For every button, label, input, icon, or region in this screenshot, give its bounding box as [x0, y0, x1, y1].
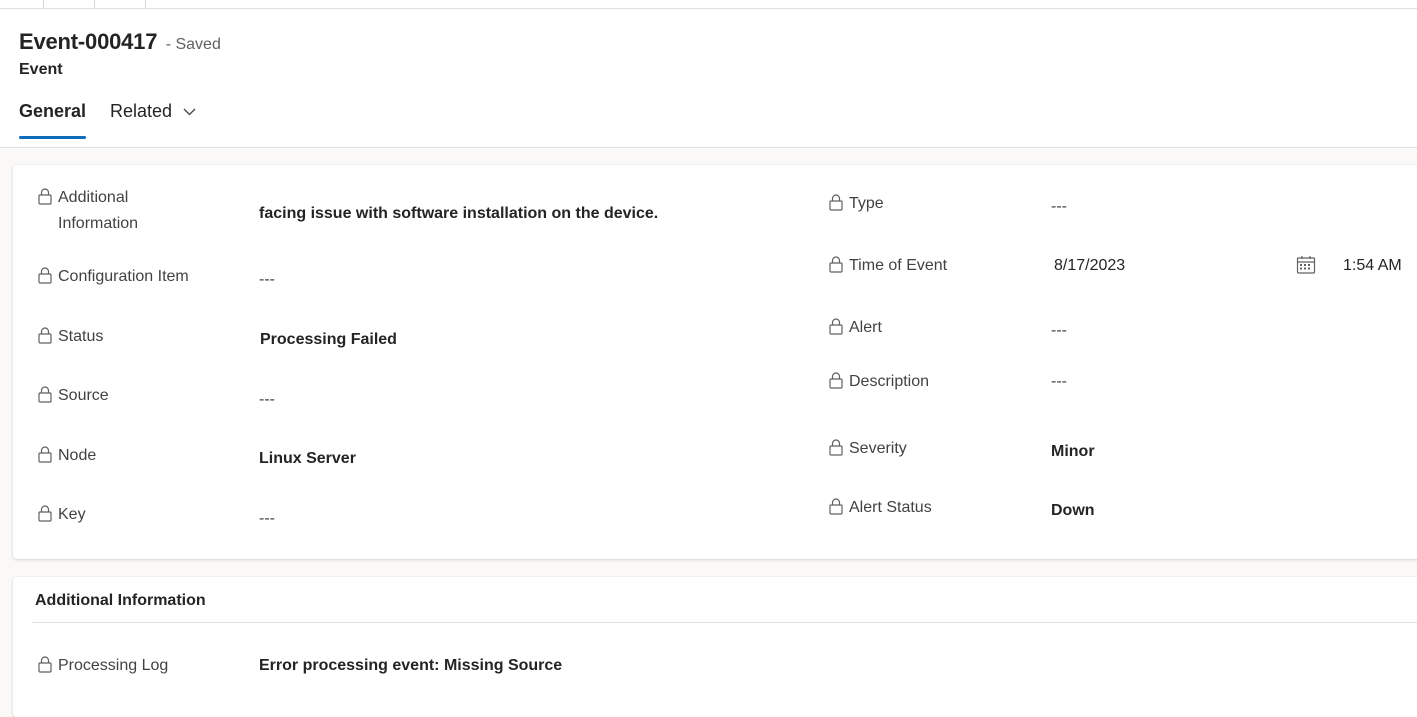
section-title: Additional Information: [35, 592, 206, 609]
additional-information-section-card: Additional Information Processing Log Er…: [13, 577, 1417, 717]
save-status: - Saved: [165, 36, 221, 53]
command-bar-button[interactable]: [95, 0, 146, 8]
lock-icon: [38, 446, 52, 472]
field-label-configuration-item: Configuration Item: [38, 264, 189, 290]
calendar-icon[interactable]: [1296, 255, 1316, 280]
field-label-node: Node: [38, 443, 96, 469]
label-line: Information: [58, 215, 139, 232]
value-status[interactable]: Processing Failed: [260, 331, 397, 349]
value-additional-information[interactable]: facing issue with software installation …: [259, 205, 658, 223]
lock-icon: [38, 327, 52, 353]
lock-icon: [829, 439, 843, 465]
time-input[interactable]: 1:54 AM: [1343, 257, 1402, 275]
lock-icon: [829, 318, 843, 344]
field-label-key: Key: [38, 502, 86, 528]
tab-general[interactable]: General: [19, 101, 87, 139]
tab-related-label: Related: [110, 101, 173, 121]
lock-icon: [38, 386, 52, 412]
field-label-status: Status: [38, 324, 103, 350]
label-text: Time of Event: [849, 257, 948, 274]
value-alert[interactable]: ---: [1051, 322, 1067, 340]
label-text: Description: [849, 373, 930, 390]
tab-related[interactable]: Related: [110, 101, 196, 122]
field-label-time-of-event: Time of Event: [829, 253, 947, 279]
lock-icon: [38, 505, 52, 531]
field-label-type: Type: [829, 191, 884, 217]
value-configuration-item[interactable]: ---: [259, 271, 275, 289]
lock-icon: [38, 188, 52, 214]
lock-icon: [829, 194, 843, 220]
label-text: Alert Status: [849, 499, 932, 516]
form-header: Event-000417 - Saved Event General Relat…: [0, 9, 1417, 148]
value-source[interactable]: ---: [259, 391, 275, 409]
lock-icon: [829, 498, 843, 524]
value-severity[interactable]: Minor: [1051, 443, 1095, 461]
field-label-additional-information: Additional Information: [38, 185, 138, 237]
lock-icon: [38, 656, 52, 682]
command-bar-button[interactable]: [0, 0, 44, 8]
value-node[interactable]: Linux Server: [259, 450, 356, 468]
chevron-down-icon: [183, 100, 196, 121]
command-bar-button[interactable]: [44, 0, 95, 8]
top-command-bar: [0, 0, 1417, 9]
lock-icon: [38, 267, 52, 293]
value-key[interactable]: ---: [259, 510, 275, 528]
value-description[interactable]: ---: [1051, 373, 1067, 391]
tab-general-label: General: [19, 101, 87, 121]
field-label-description: Description: [829, 369, 929, 395]
value-processing-log[interactable]: Error processing event: Missing Source: [259, 657, 562, 675]
tab-selected-indicator: [19, 136, 86, 139]
label-line: Additional: [58, 189, 129, 206]
lock-icon: [829, 256, 843, 282]
field-label-processing-log: Processing Log: [38, 653, 168, 679]
field-label-source: Source: [38, 383, 109, 409]
label-text: Configuration Item: [58, 268, 189, 285]
label-text: Processing Log: [58, 657, 169, 674]
record-title: Event-000417: [19, 29, 158, 54]
general-section-card: Additional Information facing issue with…: [13, 165, 1417, 559]
value-alert-status[interactable]: Down: [1051, 502, 1095, 520]
lock-icon: [829, 372, 843, 398]
entity-type: Event: [19, 61, 63, 78]
field-label-alert: Alert: [829, 315, 882, 341]
value-type[interactable]: ---: [1051, 198, 1067, 216]
field-label-alert-status: Alert Status: [829, 495, 932, 521]
field-label-severity: Severity: [829, 436, 907, 462]
date-input[interactable]: 8/17/2023: [1054, 257, 1125, 275]
record-title-row: Event-000417 - Saved: [19, 29, 221, 55]
section-divider: [32, 622, 1417, 623]
